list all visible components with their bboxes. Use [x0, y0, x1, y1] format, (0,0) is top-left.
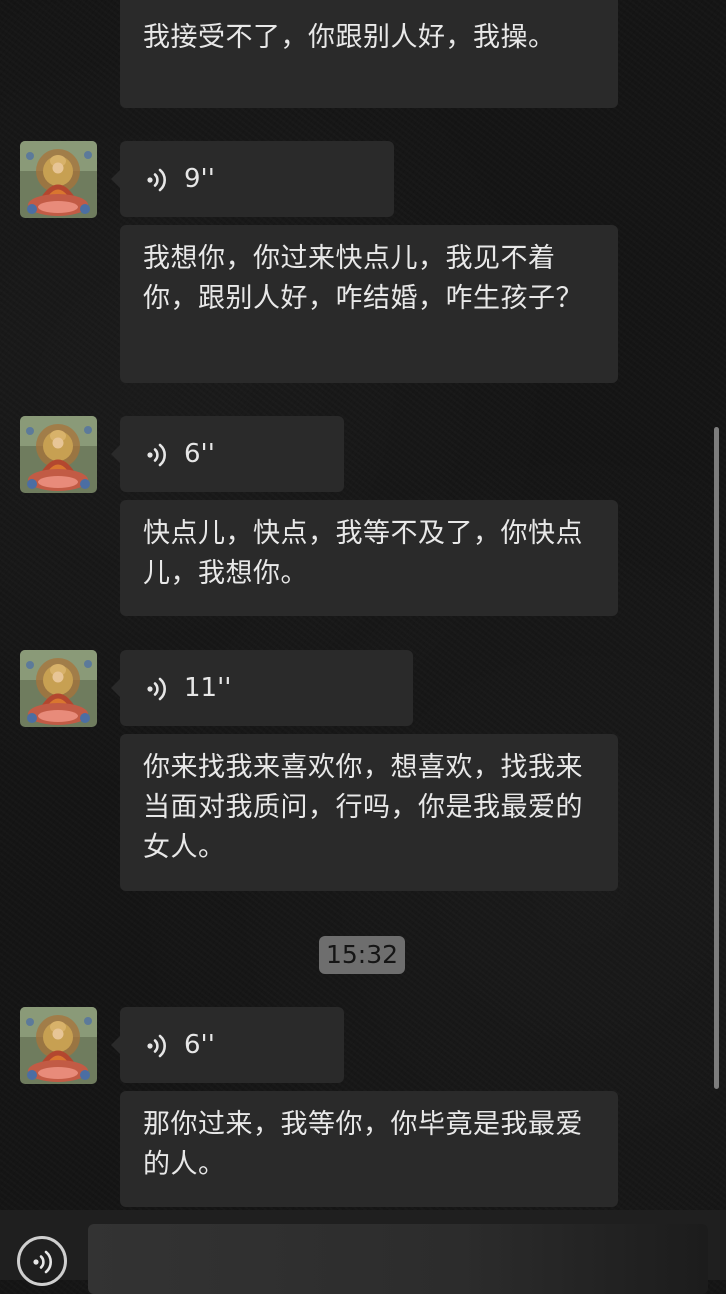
voice-message-bubble[interactable]: 6'' — [111, 1007, 344, 1083]
text-message-bubble[interactable]: 你来找我来喜欢你，想喜欢，找我来当面对我质问，行吗，你是我最爱的女人。 — [120, 734, 618, 891]
voice-input-toggle-icon — [31, 1249, 57, 1275]
text-message-bubble[interactable]: 快点儿，快点，我等不及了，你快点儿，我想你。 — [120, 500, 618, 616]
scrollbar[interactable] — [714, 427, 719, 1089]
text-message-bubble[interactable]: 那你过来，我等你，你毕竟是我最爱的人。 — [120, 1091, 618, 1207]
chat-message-list[interactable]: 我接受不了，你跟别人好，我操。 9'' 我想你，你过来快点儿，我见不着你，跟别人… — [0, 0, 726, 1210]
voice-duration: 6'' — [184, 439, 215, 469]
contact-avatar[interactable] — [20, 650, 97, 727]
voice-duration: 6'' — [184, 1030, 215, 1060]
contact-avatar[interactable] — [20, 416, 97, 493]
message-input-field[interactable] — [88, 1224, 708, 1294]
voice-message-bubble[interactable]: 6'' — [111, 416, 344, 492]
voice-duration: 11'' — [184, 673, 232, 703]
voice-wave-icon — [145, 676, 171, 702]
text-message-bubble[interactable]: 我想你，你过来快点儿，我见不着你，跟别人好，咋结婚，咋生孩子？ — [120, 225, 618, 383]
voice-wave-icon — [145, 442, 171, 468]
voice-duration: 9'' — [184, 164, 215, 194]
voice-wave-icon — [145, 1033, 171, 1059]
time-stamp: 15:32 — [319, 936, 405, 974]
voice-wave-icon — [145, 167, 171, 193]
contact-avatar[interactable] — [20, 141, 97, 218]
thangka-avatar-image — [20, 141, 97, 218]
voice-message-bubble[interactable]: 11'' — [111, 650, 413, 726]
thangka-avatar-image — [20, 416, 97, 493]
voice-input-toggle-button[interactable] — [17, 1236, 67, 1286]
text-message-bubble[interactable]: 我接受不了，你跟别人好，我操。 — [120, 0, 618, 108]
thangka-avatar-image — [20, 650, 97, 727]
contact-avatar[interactable] — [20, 1007, 97, 1084]
voice-message-bubble[interactable]: 9'' — [111, 141, 394, 217]
thangka-avatar-image — [20, 1007, 97, 1084]
